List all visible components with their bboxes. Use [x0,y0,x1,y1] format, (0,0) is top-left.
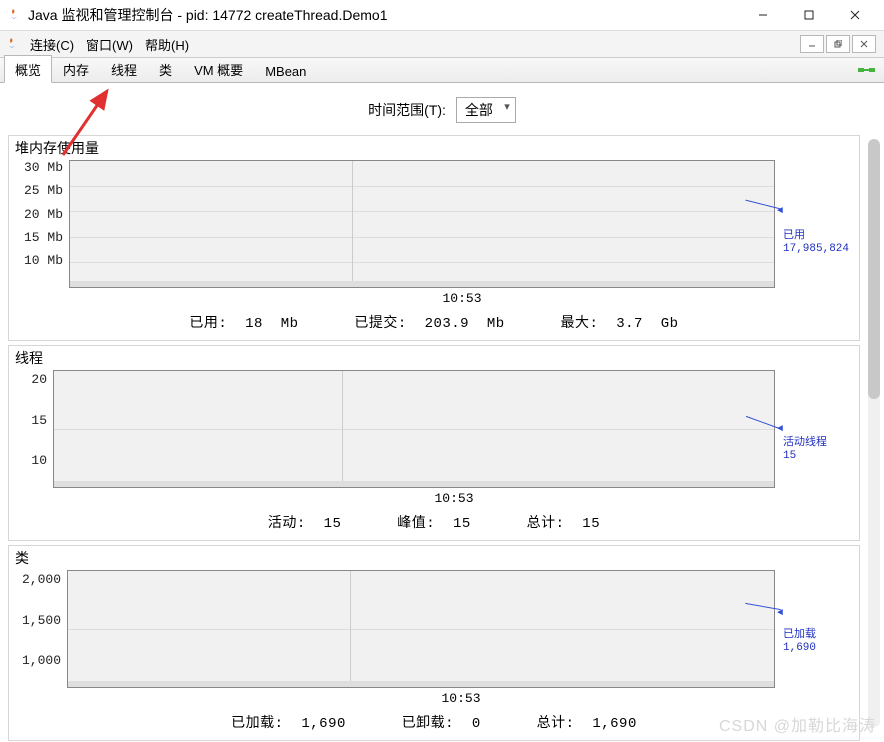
legend-value: 1,690 [783,642,855,655]
stat-value: 15 [582,516,600,532]
classes-y-axis: 2,000 1,500 1,000 [13,570,67,688]
threads-stats: 活动: 15 峰值: 15 总计: 15 [13,510,855,534]
stat-value: 3.7 [616,316,643,332]
classes-x-axis: 10:53 [13,688,855,710]
vertical-scrollbar[interactable] [868,139,880,727]
classes-plot[interactable] [67,570,775,688]
threads-title: 线程 [13,348,855,370]
legend-value: 17,985,824 [783,243,855,256]
java-icon [4,36,20,52]
menu-help[interactable]: 帮助(H) [139,35,195,54]
tab-memory[interactable]: 内存 [52,55,100,82]
stat-value: 203.9 [425,316,470,332]
heap-legend: ◄ 已用 17,985,824 [775,160,855,288]
heap-panel: 堆内存使用量 30 Mb 25 Mb 20 Mb 15 Mb 10 Mb ◄ [8,135,860,341]
threads-panel: 线程 20 15 10 ◄ 活动线程 15 10:53 [8,345,860,541]
minimize-button[interactable] [740,0,786,30]
heap-stats: 已用: 18 Mb 已提交: 203.9 Mb 最大: 3.7 Gb [13,310,855,334]
java-icon [6,7,22,23]
overview-content: 时间范围(T): 全部 堆内存使用量 30 Mb 25 Mb 20 Mb 15 … [0,83,884,742]
tab-threads[interactable]: 线程 [100,55,148,82]
y-tick: 10 Mb [24,253,63,268]
stat-unit: Mb [281,316,299,332]
heap-title: 堆内存使用量 [13,138,855,160]
scroll-thumb[interactable] [868,139,880,399]
y-tick: 1,500 [22,613,61,628]
threads-x-axis: 10:53 [13,488,855,510]
heap-y-axis: 30 Mb 25 Mb 20 Mb 15 Mb 10 Mb [13,160,69,288]
stat-unit: Gb [661,316,679,332]
stat-label: 活动: [268,516,306,532]
time-range-row: 时间范围(T): 全部 [0,83,884,133]
y-tick: 20 Mb [24,207,63,222]
y-tick: 10 [31,453,47,468]
tabbar: 概览 内存 线程 类 VM 概要 MBean [0,58,884,83]
menu-window[interactable]: 窗口(W) [80,35,139,54]
y-tick: 25 Mb [24,183,63,198]
inner-minimize-button[interactable] [800,35,824,53]
y-tick: 15 [31,413,47,428]
stat-label: 峰值: [397,516,435,532]
close-button[interactable] [832,0,878,30]
inner-restore-button[interactable] [826,35,850,53]
legend-label: 已用 [783,230,855,243]
threads-plot[interactable] [53,370,775,488]
heap-x-axis: 10:53 [13,288,855,310]
time-range-select[interactable]: 全部 [456,97,516,123]
threads-legend: ◄ 活动线程 15 [775,370,855,488]
legend-value: 15 [783,450,855,463]
stat-value: 1,690 [301,716,346,732]
stat-value: 15 [453,516,471,532]
stat-value: 0 [472,716,481,732]
y-tick: 30 Mb [24,160,63,175]
legend-label: 活动线程 [783,437,855,450]
classes-title: 类 [13,548,855,570]
y-tick: 15 Mb [24,230,63,245]
menubar: 连接(C) 窗口(W) 帮助(H) [0,31,884,58]
stat-label: 已加载: [231,716,283,732]
window-titlebar: Java 监视和管理控制台 - pid: 14772 createThread.… [0,0,884,31]
threads-y-axis: 20 15 10 [13,370,53,488]
window-title: Java 监视和管理控制台 - pid: 14772 createThread.… [28,5,740,25]
stat-label: 已用: [189,316,227,332]
menu-connect[interactable]: 连接(C) [24,35,80,54]
stat-label: 总计: [537,716,575,732]
classes-legend: ◄ 已加载 1,690 [775,570,855,688]
stat-label: 总计: [527,516,565,532]
legend-label: 已加载 [783,629,855,642]
tab-classes[interactable]: 类 [148,55,183,82]
tab-overview[interactable]: 概览 [4,55,52,83]
y-tick: 1,000 [22,653,61,668]
stat-value: 18 [245,316,263,332]
watermark: CSDN @加勒比海涛 [719,712,876,736]
y-tick: 20 [31,372,47,387]
tab-vm[interactable]: VM 概要 [183,55,254,82]
maximize-button[interactable] [786,0,832,30]
inner-close-button[interactable] [852,35,876,53]
stat-label: 最大: [561,316,599,332]
heap-plot[interactable] [69,160,775,288]
tab-mbean[interactable]: MBean [254,59,317,82]
time-range-label: 时间范围(T): [368,102,446,118]
stat-value: 1,690 [592,716,637,732]
stat-value: 15 [324,516,342,532]
stat-label: 已卸载: [402,716,454,732]
connection-status-icon [858,63,876,80]
stat-label: 已提交: [354,316,406,332]
y-tick: 2,000 [22,572,61,587]
stat-unit: Mb [487,316,505,332]
